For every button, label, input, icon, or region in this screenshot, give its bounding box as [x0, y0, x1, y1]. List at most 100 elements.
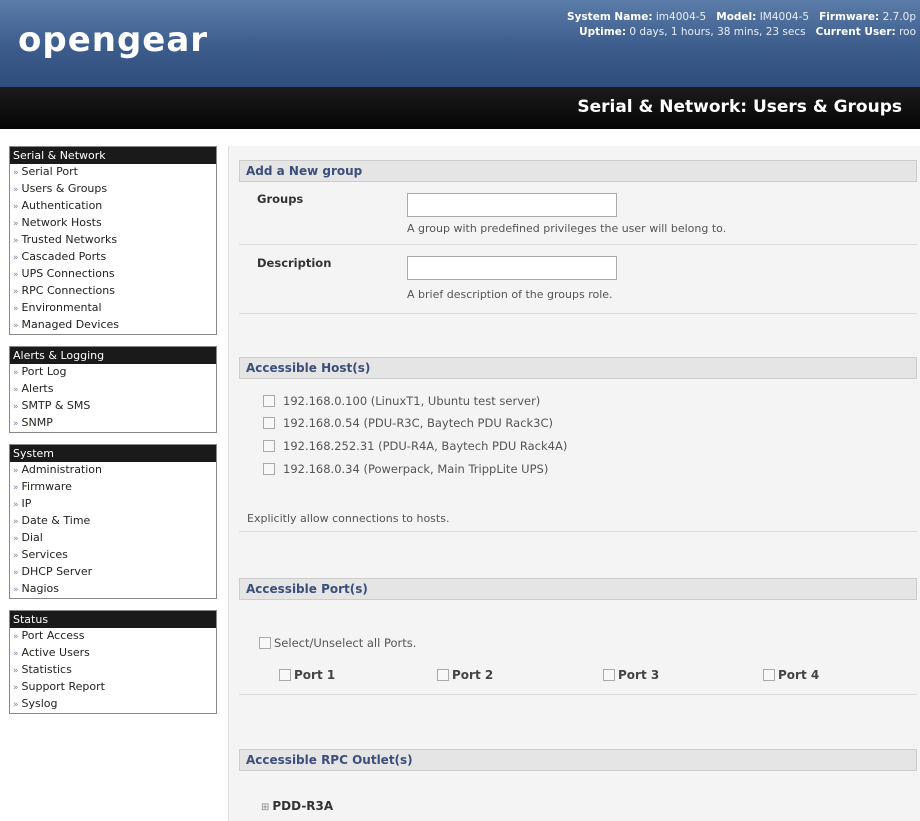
sidebar-item-label: DHCP Server — [21, 565, 93, 578]
sidebar-item-statistics[interactable]: » Statistics — [10, 662, 216, 679]
main-content: Add a New group Groups A group with pred… — [228, 146, 920, 821]
checkbox[interactable] — [263, 395, 275, 407]
sidebar-item-rpc-connections[interactable]: » RPC Connections — [10, 283, 216, 300]
page-title: Serial & Network: Users & Groups — [577, 97, 902, 117]
expand-icon[interactable]: ⊞ — [261, 802, 269, 813]
select-all-ports[interactable]: Select/Unselect all Ports. — [259, 636, 416, 650]
arrow-icon: » — [13, 483, 19, 493]
sidebar-item-label: Port Access — [21, 629, 85, 642]
port-label: Port 4 — [778, 668, 820, 682]
sidebar-item-snmp[interactable]: » SNMP — [10, 415, 216, 432]
sidebar-item-cascaded-ports[interactable]: » Cascaded Ports — [10, 249, 216, 266]
port-label: Port 3 — [618, 668, 660, 682]
sidebar-item-services[interactable]: » Services — [10, 547, 216, 564]
host-checkbox-row[interactable]: 192.168.0.34 (Powerpack, Main TrippLite … — [263, 462, 548, 476]
opengear-logo[interactable]: opengear — [18, 20, 208, 60]
sidebar-item-network-hosts[interactable]: » Network Hosts — [10, 215, 216, 232]
arrow-icon: » — [13, 321, 19, 331]
menu-heading: Status — [10, 611, 216, 628]
checkbox[interactable] — [279, 669, 291, 681]
port-4-checkbox[interactable]: Port 4 — [763, 668, 819, 682]
sidebar-item-label: Users & Groups — [21, 182, 108, 195]
arrow-icon: » — [13, 649, 19, 659]
firmware-label: Firmware: — [819, 11, 880, 23]
checkbox[interactable] — [763, 669, 775, 681]
sidebar-item-support-report[interactable]: » Support Report — [10, 679, 216, 696]
checkbox[interactable] — [259, 637, 271, 649]
sidebar-item-label: Administration — [21, 463, 103, 476]
sidebar-item-label: Network Hosts — [21, 216, 102, 229]
arrow-icon: » — [13, 219, 19, 229]
description-input[interactable] — [407, 256, 617, 280]
sidebar-item-active-users[interactable]: » Active Users — [10, 645, 216, 662]
arrow-icon: » — [13, 534, 19, 544]
description-hint: A brief description of the groups role. — [407, 288, 613, 301]
sidebar-item-label: Active Users — [21, 646, 90, 659]
checkbox[interactable] — [263, 417, 275, 429]
arrow-icon: » — [13, 551, 19, 561]
sidebar-item-authentication[interactable]: » Authentication — [10, 198, 216, 215]
sidebar-item-date-time[interactable]: » Date & Time — [10, 513, 216, 530]
sidebar-item-firmware[interactable]: » Firmware — [10, 479, 216, 496]
sidebar-item-port-log[interactable]: » Port Log — [10, 364, 216, 381]
sidebar-item-smtp-sms[interactable]: » SMTP & SMS — [10, 398, 216, 415]
sidebar-item-label: UPS Connections — [21, 267, 115, 280]
arrow-icon: » — [13, 500, 19, 510]
arrow-icon: » — [13, 517, 19, 527]
groups-input[interactable] — [407, 193, 617, 217]
host-checkbox-row[interactable]: 192.168.0.54 (PDU-R3C, Baytech PDU Rack3… — [263, 416, 553, 430]
sidebar-item-port-access[interactable]: » Port Access — [10, 628, 216, 645]
arrow-icon: » — [13, 368, 19, 378]
port-3-checkbox[interactable]: Port 3 — [603, 668, 659, 682]
divider — [239, 313, 917, 314]
sidebar-item-nagios[interactable]: » Nagios — [10, 581, 216, 598]
sidebar-item-users-groups[interactable]: » Users & Groups — [10, 181, 216, 198]
arrow-icon: » — [13, 253, 19, 263]
sidebar-item-trusted-networks[interactable]: » Trusted Networks — [10, 232, 216, 249]
system-info: System Name: im4004-5 Model: IM4004-5 Fi… — [567, 10, 916, 40]
section-hosts-heading: Accessible Host(s) — [239, 357, 917, 379]
menu-status: Status » Port Access » Active Users » Stati… — [9, 610, 217, 714]
sidebar-item-serial-port[interactable]: » Serial Port — [10, 164, 216, 181]
sidebar-item-environmental[interactable]: » Environmental — [10, 300, 216, 317]
sidebar-item-syslog[interactable]: » Syslog — [10, 696, 216, 713]
sidebar-item-label: RPC Connections — [21, 284, 115, 297]
section-add-group-heading: Add a New group — [239, 160, 917, 182]
sidebar-item-managed-devices[interactable]: » Managed Devices — [10, 317, 216, 334]
sidebar-item-label: Services — [21, 548, 68, 561]
host-checkbox-row[interactable]: 192.168.252.31 (PDU-R4A, Baytech PDU Rac… — [263, 439, 567, 453]
arrow-icon: » — [13, 700, 19, 710]
sidebar-item-label: Managed Devices — [21, 318, 120, 331]
menu-heading: System — [10, 445, 216, 462]
sidebar-item-administration[interactable]: » Administration — [10, 462, 216, 479]
arrow-icon: » — [13, 287, 19, 297]
uptime-value: 0 days, 1 hours, 38 mins, 23 secs — [629, 26, 806, 38]
description-label: Description — [257, 256, 332, 270]
divider — [239, 694, 917, 695]
arrow-icon: » — [13, 666, 19, 676]
host-checkbox-row[interactable]: 192.168.0.100 (LinuxT1, Ubuntu test serv… — [263, 394, 540, 408]
sidebar-item-label: Date & Time — [21, 514, 91, 527]
sidebar-item-ip[interactable]: » IP — [10, 496, 216, 513]
arrow-icon: » — [13, 632, 19, 642]
sidebar-item-label: Syslog — [21, 697, 58, 710]
checkbox[interactable] — [263, 440, 275, 452]
model-label: Model: — [716, 11, 757, 23]
sidebar-item-dhcp-server[interactable]: » DHCP Server — [10, 564, 216, 581]
sidebar-item-ups-connections[interactable]: » UPS Connections — [10, 266, 216, 283]
checkbox[interactable] — [263, 463, 275, 475]
sidebar-item-label: Port Log — [21, 365, 67, 378]
port-1-checkbox[interactable]: Port 1 — [279, 668, 335, 682]
sidebar-item-alerts[interactable]: » Alerts — [10, 381, 216, 398]
sidebar-item-dial[interactable]: » Dial — [10, 530, 216, 547]
arrow-icon: » — [13, 419, 19, 429]
pdu-tree-item[interactable]: ⊞ PDD-R3A — [261, 799, 333, 813]
arrow-icon: » — [13, 568, 19, 578]
current-user-value: roo — [899, 26, 916, 38]
sidebar-item-label: Environmental — [21, 301, 102, 314]
checkbox[interactable] — [603, 669, 615, 681]
port-2-checkbox[interactable]: Port 2 — [437, 668, 493, 682]
checkbox[interactable] — [437, 669, 449, 681]
sidebar: Serial & Network » Serial Port » Users & G… — [9, 146, 217, 725]
model-value: IM4004-5 — [759, 11, 810, 23]
